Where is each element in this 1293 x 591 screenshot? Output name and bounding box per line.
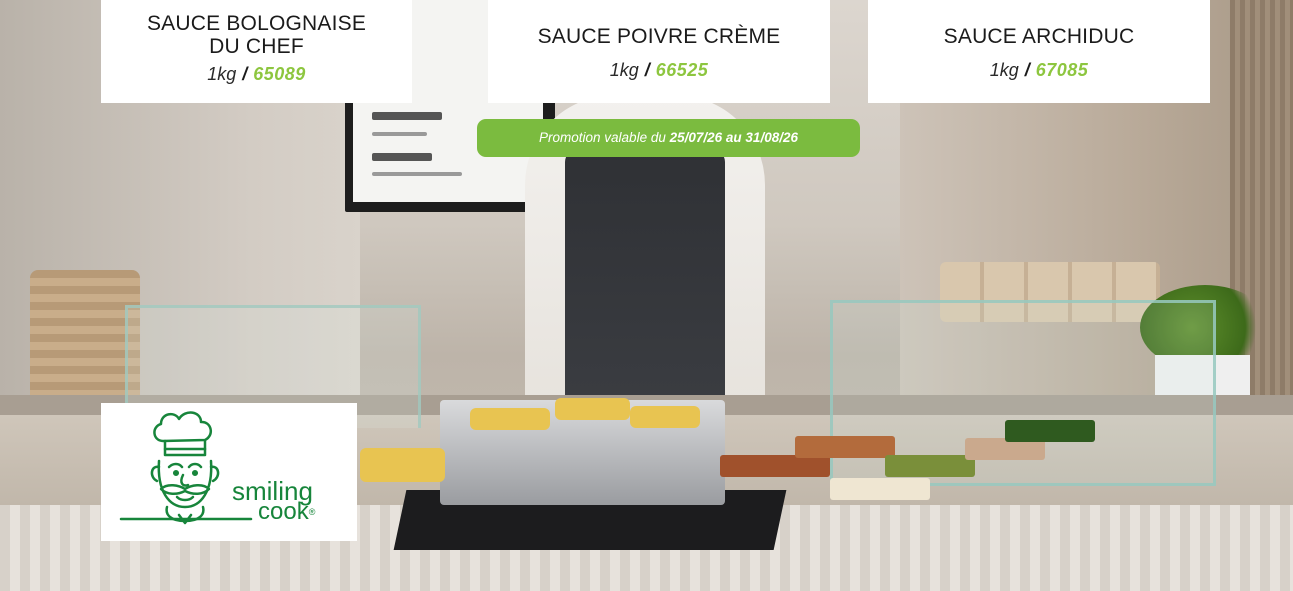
product-code: 65089: [253, 64, 306, 84]
chef-apron: [565, 150, 725, 420]
registered-mark: ®: [308, 507, 316, 517]
promo-start-date: 25/07/26: [669, 130, 723, 145]
logo-word-cook: cook®: [258, 500, 315, 524]
sauce-tray: [885, 455, 975, 477]
promotion-banner: Promotion valable du 25/07/26 au 31/08/2…: [477, 119, 860, 157]
sauce-tray: [1005, 420, 1095, 442]
pasta: [360, 448, 445, 482]
separator: /: [242, 64, 248, 84]
product-details: 1kg/65089: [101, 64, 412, 84]
pasta: [555, 398, 630, 420]
menu-line: [372, 153, 432, 161]
smiling-cook-logo: [101, 403, 357, 541]
menu-line: [372, 172, 462, 176]
separator: /: [1024, 60, 1030, 80]
promo-end-date: 31/08/26: [745, 130, 798, 145]
separator: /: [644, 60, 650, 80]
logo-word-cook-text: cook: [258, 498, 309, 525]
pasta: [630, 406, 700, 428]
product-name: SAUCE ARCHIDUC: [943, 25, 1135, 48]
product-card-archiduc: SAUCE ARCHIDUC 1kg/67085: [868, 0, 1210, 103]
product-weight: 1kg: [207, 64, 237, 84]
product-details: 1kg/67085: [868, 60, 1210, 80]
chef-logo-icon: [119, 411, 253, 525]
product-card-bolognaise: SAUCE BOLOGNAISE DU CHEF 1kg/65089: [101, 0, 412, 103]
product-code: 67085: [1035, 60, 1089, 80]
sauce-tray: [795, 436, 895, 458]
promo-prefix: Promotion valable du: [539, 130, 670, 145]
product-name: SAUCE BOLOGNAISE DU CHEF: [146, 12, 367, 58]
menu-line: [372, 132, 427, 136]
sauce-tray: [720, 455, 830, 477]
product-details: 1kg/66525: [488, 60, 830, 80]
product-code: 66525: [655, 60, 709, 80]
product-weight: 1kg: [609, 60, 639, 80]
sauce-tray: [830, 478, 930, 500]
promo-middle: au: [722, 130, 746, 145]
pasta: [470, 408, 550, 430]
product-weight: 1kg: [989, 60, 1019, 80]
product-card-poivre-creme: SAUCE POIVRE CRÈME 1kg/66525: [488, 0, 830, 103]
product-name: SAUCE POIVRE CRÈME: [537, 25, 781, 48]
menu-line: [372, 112, 442, 120]
